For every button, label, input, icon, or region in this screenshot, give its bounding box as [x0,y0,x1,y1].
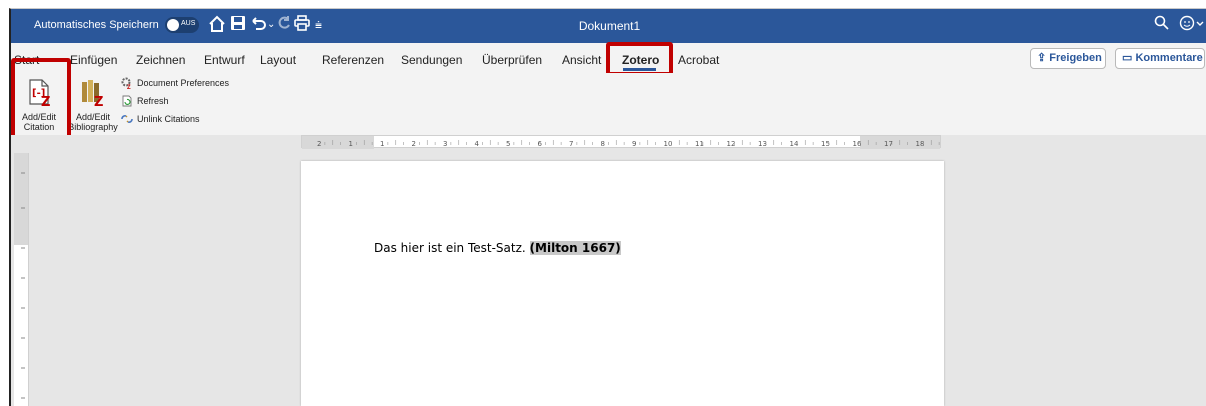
share-label: Freigeben [1049,52,1102,64]
ruler-label: 9 [632,140,636,148]
ruler-label: 5 [506,140,510,148]
ruler-label: 2 [317,140,321,148]
refresh-label: Refresh [137,96,169,106]
tab-einfuegen[interactable]: Einfügen [70,53,117,67]
ruler-label: 4 [475,140,480,148]
comment-icon: ▭ [1122,52,1133,64]
ruler-track: 2 1 1 2 3 4 5 6 7 8 9 10 11 12 13 14 15 16 17 18 [301,135,941,149]
sentence-text: Das hier ist ein Test-Satz. [374,241,530,255]
ruler-label: 1 [349,140,353,148]
account-icon[interactable] [1179,15,1205,36]
add-edit-citation-highlight [11,58,71,143]
document-page[interactable]: Das hier ist ein Test-Satz. (Milton 1667… [301,161,944,406]
zotero-citation[interactable]: (Milton 1667) [529,241,621,255]
vertical-ruler-scale [14,153,28,399]
tab-ansicht[interactable]: Ansicht [562,53,601,67]
refresh-icon [122,95,132,107]
horizontal-ruler: 2 1 1 2 3 4 5 6 7 8 9 10 11 12 13 14 15 16 17 18 [11,135,1206,149]
unlink-citations-label: Unlink Citations [137,114,200,124]
tab-referenzen[interactable]: Referenzen [322,53,384,67]
document-paragraph[interactable]: Das hier ist ein Test-Satz. (Milton 1667… [374,241,621,255]
ruler-label: 1 [380,140,384,148]
ruler-label: 3 [443,140,447,148]
tab-layout[interactable]: Layout [260,53,296,67]
zotero-tab-highlight [606,42,673,76]
vertical-ruler [14,153,29,406]
tab-ueberpruefen[interactable]: Überprüfen [482,53,542,67]
title-bar: Automatisches Speichern AUS ⌄ ⩧ Dokument… [11,9,1206,43]
tab-sendungen[interactable]: Sendungen [401,53,462,67]
document-title: Dokument1 [578,19,641,33]
word-window: Automatisches Speichern AUS ⌄ ⩧ Dokument… [9,8,1206,406]
share-icon: ⇪ [1037,52,1047,64]
refresh-button[interactable]: Refresh [121,93,169,109]
add-edit-bibliography-label[interactable]: Add/Edit Bibliography [63,112,123,132]
comments-label: Kommentare [1135,52,1203,64]
svg-text:Z: Z [94,95,103,108]
svg-text:Z: Z [127,85,131,89]
document-preferences-label: Document Preferences [137,78,230,88]
document-preferences-button[interactable]: Z Document Preferences [121,75,229,91]
add-edit-bibliography-text: Add/Edit Bibliography [68,112,118,132]
tab-acrobat[interactable]: Acrobat [678,53,719,67]
comments-button[interactable]: ▭ Kommentare [1115,48,1205,69]
ruler-label: 6 [538,140,543,148]
zotero-ribbon: [-] Z Add/Edit Citation Z Add/Edit Bibli… [11,73,1206,135]
share-button[interactable]: ⇪ Freigeben [1030,48,1106,69]
tab-entwurf[interactable]: Entwurf [204,53,245,67]
unlink-icon [121,115,133,123]
search-icon[interactable] [1154,15,1169,35]
gear-icon: Z [121,77,131,89]
ruler-label: 7 [569,140,573,148]
ruler-label: 2 [412,140,416,148]
add-edit-bibliography-icon[interactable]: Z [80,78,108,108]
ruler-scale: 2 1 1 2 3 4 5 6 7 8 9 10 11 12 13 14 15 16 17 18 [317,140,940,148]
ruler-label: 8 [601,140,605,148]
tab-zeichnen[interactable]: Zeichnen [136,53,185,67]
unlink-citations-button[interactable]: Unlink Citations [121,111,200,127]
